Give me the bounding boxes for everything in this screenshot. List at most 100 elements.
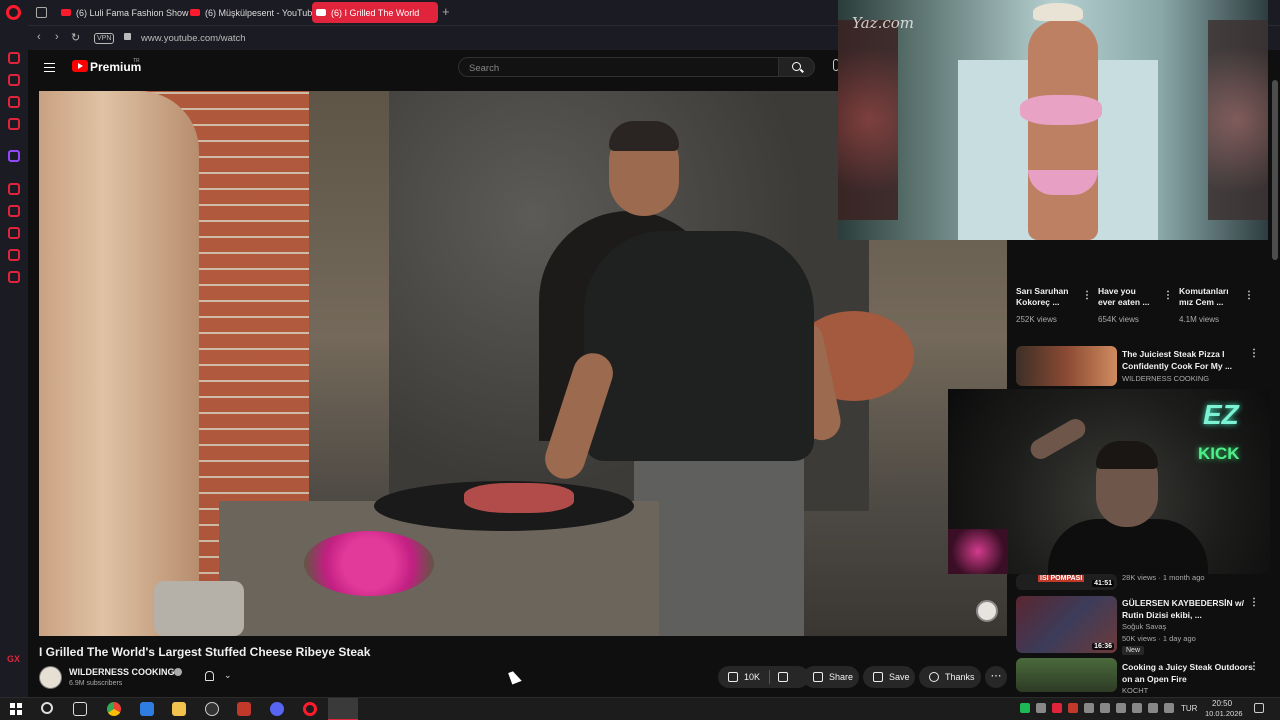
- tray-app-icon[interactable]: [1036, 703, 1046, 713]
- gx-icon[interactable]: GX: [7, 654, 20, 664]
- lock-icon[interactable]: [124, 33, 131, 40]
- opera-logo-icon[interactable]: [6, 5, 21, 20]
- rec-menu-icon[interactable]: ⋮: [1249, 348, 1259, 359]
- shopping-icon[interactable]: [8, 74, 20, 86]
- short-thumbnail[interactable]: [1016, 240, 1094, 280]
- video-editor-icon[interactable]: [237, 702, 251, 716]
- subscriber-count: 6.9M subscribers: [69, 680, 123, 687]
- share-label: Share: [829, 672, 854, 682]
- channel-watermark-icon[interactable]: [976, 600, 998, 622]
- share-button[interactable]: Share: [803, 666, 859, 688]
- volume-icon[interactable]: [1164, 703, 1174, 713]
- rec-title[interactable]: Cooking a Juicy Steak Outdoors on an Ope…: [1122, 661, 1253, 685]
- like-divider: [769, 670, 770, 684]
- short-title[interactable]: Sarı Saruhan Kokoreç ...: [1016, 286, 1068, 308]
- forward-icon[interactable]: ›: [55, 31, 59, 43]
- clock-date[interactable]: 10.01.2026: [1205, 709, 1243, 718]
- search-box[interactable]: [458, 57, 779, 78]
- chrome-icon[interactable]: [107, 702, 121, 716]
- network-icon[interactable]: [1148, 703, 1158, 713]
- tab-grilled-steak[interactable]: (6) I Grilled The World: [312, 2, 438, 23]
- messenger-icon[interactable]: [8, 96, 20, 108]
- twitch-icon[interactable]: [8, 150, 20, 162]
- notification-icon[interactable]: [1254, 703, 1264, 713]
- share-arrow-icon: [813, 672, 823, 682]
- runway-model: [1028, 20, 1098, 240]
- instagram-icon[interactable]: [8, 118, 20, 130]
- thanks-button[interactable]: Thanks: [919, 666, 981, 688]
- url-field[interactable]: www.youtube.com/watch: [141, 33, 246, 44]
- short-menu-icon[interactable]: ⋮: [1163, 290, 1173, 301]
- short-menu-icon[interactable]: ⋮: [1244, 290, 1254, 301]
- extensions-icon[interactable]: [8, 249, 20, 261]
- model-bikini-top: [1020, 95, 1102, 125]
- menu-hamburger-icon[interactable]: [44, 63, 55, 72]
- rec-thumbnail[interactable]: [1016, 658, 1117, 692]
- tray-app-icon[interactable]: [1100, 703, 1110, 713]
- rec-channel[interactable]: Soğuk Savaş: [1122, 622, 1166, 631]
- search-button[interactable]: [779, 57, 815, 77]
- short-views: 252K views: [1016, 315, 1057, 324]
- channel-avatar[interactable]: [39, 666, 62, 689]
- tray-app-icon[interactable]: [1068, 703, 1078, 713]
- rec-channel[interactable]: WILDERNESS COOKING: [1122, 374, 1209, 383]
- microphone-tray-icon[interactable]: [1116, 703, 1126, 713]
- vpn-badge[interactable]: VPN: [94, 33, 115, 44]
- aria-icon[interactable]: [8, 52, 20, 64]
- thumbs-down-icon[interactable]: [778, 672, 788, 682]
- edge-icon[interactable]: [140, 702, 154, 716]
- task-view-icon[interactable]: [73, 702, 87, 716]
- tray-app-icon[interactable]: [1052, 703, 1062, 713]
- reload-icon[interactable]: ↻: [71, 31, 80, 44]
- short-thumbnail[interactable]: [1097, 240, 1175, 280]
- opera-icon[interactable]: [303, 702, 317, 716]
- settings-gear-icon[interactable]: [8, 271, 20, 283]
- rec-thumbnail[interactable]: ISI POMPASI 41:51: [1016, 574, 1117, 590]
- tab-muskulpesent[interactable]: (6) Müşkülpesent - YouTube: [186, 2, 333, 23]
- new-tab-plus-icon[interactable]: +: [442, 4, 450, 19]
- thumbs-up-icon[interactable]: [728, 672, 738, 682]
- page-scrollbar[interactable]: [1270, 50, 1280, 697]
- ribeye-steak: [464, 483, 574, 513]
- short-menu-icon[interactable]: ⋮: [1082, 290, 1092, 301]
- rec-title[interactable]: The Juiciest Steak Pizza I Confidently C…: [1122, 348, 1232, 372]
- notification-bell-button[interactable]: ⌄: [196, 666, 244, 688]
- discord-icon[interactable]: [270, 702, 284, 716]
- bookmark-icon[interactable]: [8, 205, 20, 217]
- short-title[interactable]: Have you ever eaten ...: [1098, 286, 1150, 308]
- player-icon[interactable]: [8, 183, 20, 195]
- history-icon[interactable]: [8, 227, 20, 239]
- metal-pot: [154, 581, 244, 636]
- rec-thumbnail[interactable]: [1016, 346, 1117, 386]
- clock-time[interactable]: 20:50: [1212, 699, 1232, 708]
- save-button[interactable]: Save: [863, 666, 915, 688]
- channel-name[interactable]: WILDERNESS COOKING: [69, 667, 175, 677]
- search-icon[interactable]: [41, 702, 53, 714]
- app-icon[interactable]: [205, 702, 219, 716]
- rec-menu-icon[interactable]: ⋮: [1249, 597, 1259, 608]
- short-thumbnail[interactable]: [1178, 240, 1256, 280]
- more-actions-button[interactable]: ⋯: [985, 666, 1007, 688]
- tab-luli-fama[interactable]: (6) Luli Fama Fashion Show: [57, 2, 202, 23]
- language-indicator[interactable]: TUR: [1181, 704, 1197, 713]
- tab-sidebar-icon[interactable]: [36, 7, 47, 18]
- tray-app-icon[interactable]: [1020, 703, 1030, 713]
- file-explorer-icon[interactable]: [172, 702, 186, 716]
- opera-gx-active-icon[interactable]: [328, 698, 358, 720]
- rec-thumbnail[interactable]: 16:36: [1016, 596, 1117, 653]
- rec-title-line: on an Open Fire: [1122, 674, 1187, 684]
- short-title[interactable]: Komutanları mız Cem ...: [1179, 286, 1229, 308]
- rec-menu-icon[interactable]: ⋮: [1249, 661, 1259, 672]
- search-input[interactable]: [459, 59, 778, 78]
- like-count[interactable]: 10K: [744, 672, 760, 682]
- tray-app-icon[interactable]: [1084, 703, 1094, 713]
- windows-start-icon[interactable]: [10, 703, 22, 715]
- back-icon[interactable]: ‹: [37, 31, 41, 43]
- rec-channel[interactable]: KOCHT: [1122, 686, 1148, 695]
- rec-title[interactable]: GÜLERSEN KAYBEDERSİN w/ Rutin Dizisi eki…: [1122, 597, 1244, 621]
- tray-app-icon[interactable]: [1132, 703, 1142, 713]
- youtube-logo-icon[interactable]: [72, 60, 88, 72]
- scrollbar-thumb[interactable]: [1272, 80, 1278, 260]
- fashion-show-overlay: Yaz.com: [838, 0, 1268, 240]
- runway-foliage-right: [1208, 20, 1268, 220]
